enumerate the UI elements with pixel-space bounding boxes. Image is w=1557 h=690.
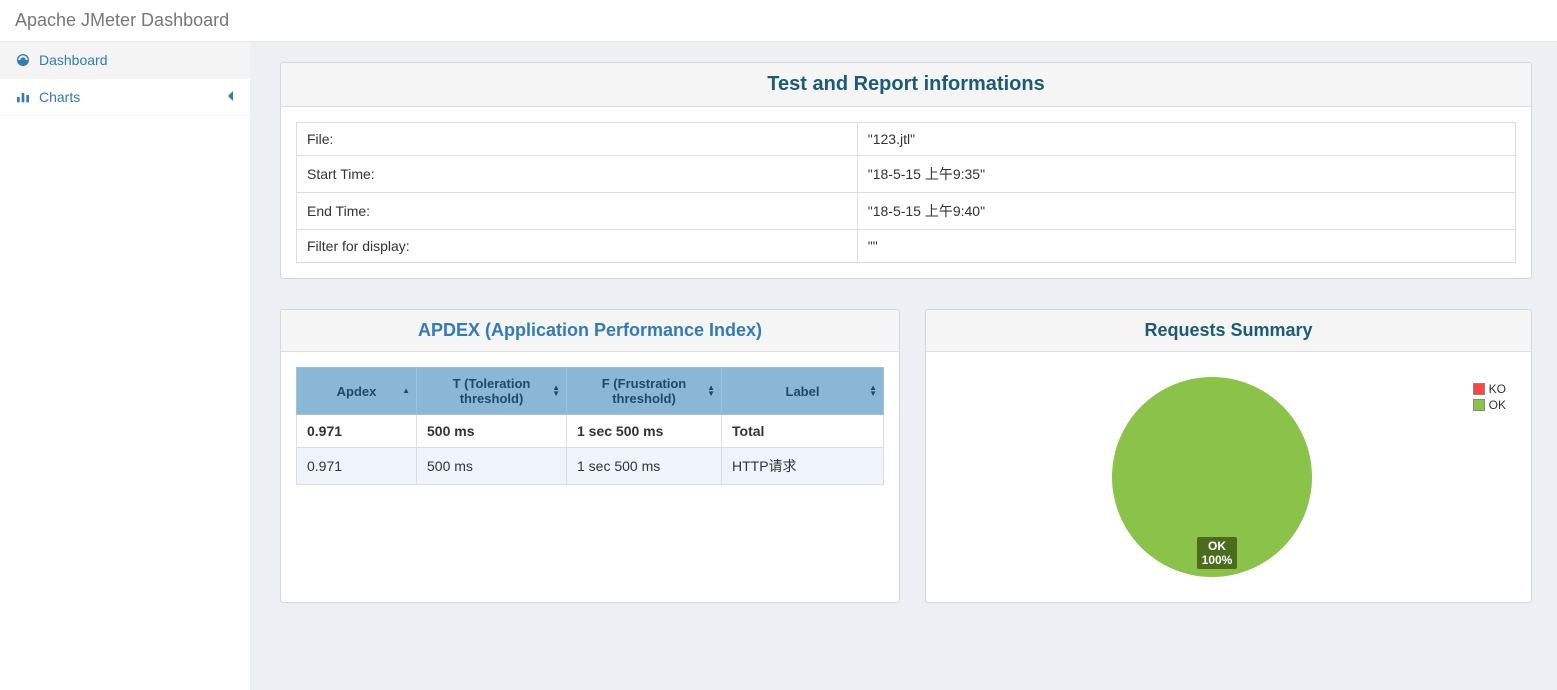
info-label: File: <box>297 123 858 156</box>
col-header-apdex[interactable]: Apdex ▲ <box>297 368 417 415</box>
pie-legend: KO OK <box>1473 377 1506 414</box>
apdex-panel-title: APDEX (Application Performance Index) <box>281 310 899 352</box>
sidebar-item-label: Dashboard <box>39 52 108 68</box>
table-row: 0.971 500 ms 1 sec 500 ms Total <box>297 415 884 448</box>
info-label: Filter for display: <box>297 230 858 263</box>
cell-t: 500 ms <box>417 448 567 485</box>
pie-chart: OK 100% <box>951 377 1473 587</box>
bar-chart-icon <box>15 89 31 105</box>
cell-f: 1 sec 500 ms <box>567 448 722 485</box>
apdex-table: Apdex ▲ T (Toleration threshold) ▲▼ F (F… <box>296 367 884 485</box>
summary-panel-title: Requests Summary <box>926 310 1531 352</box>
info-value: "123.jtl" <box>857 123 1515 156</box>
sidebar-item-charts[interactable]: Charts <box>0 79 250 116</box>
table-row: Filter for display: "" <box>297 230 1516 263</box>
cell-t: 500 ms <box>417 415 567 448</box>
sort-icon: ▲▼ <box>707 385 715 397</box>
info-value: "18-5-15 上午9:35" <box>857 156 1515 193</box>
col-header-toleration[interactable]: T (Toleration threshold) ▲▼ <box>417 368 567 415</box>
table-row: Start Time: "18-5-15 上午9:35" <box>297 156 1516 193</box>
page-header: Apache JMeter Dashboard <box>0 0 1557 42</box>
svg-text:OK: OK <box>1208 539 1226 553</box>
info-label: Start Time: <box>297 156 858 193</box>
sort-icon: ▲ <box>402 388 410 394</box>
apdex-panel: APDEX (Application Performance Index) Ap… <box>280 309 900 603</box>
summary-panel: Requests Summary OK 100% <box>925 309 1532 603</box>
info-table: File: "123.jtl" Start Time: "18-5-15 上午9… <box>296 122 1516 263</box>
table-row: End Time: "18-5-15 上午9:40" <box>297 193 1516 230</box>
svg-text:100%: 100% <box>1201 553 1232 567</box>
info-panel: Test and Report informations File: "123.… <box>280 62 1532 279</box>
cell-apdex: 0.971 <box>297 448 417 485</box>
sort-icon: ▲▼ <box>869 385 877 397</box>
dashboard-icon <box>15 52 31 68</box>
sort-icon: ▲▼ <box>552 385 560 397</box>
col-header-label[interactable]: Label ▲▼ <box>722 368 884 415</box>
legend-swatch-ok <box>1473 399 1485 411</box>
info-value: "18-5-15 上午9:40" <box>857 193 1515 230</box>
table-row: File: "123.jtl" <box>297 123 1516 156</box>
info-panel-title: Test and Report informations <box>281 63 1531 107</box>
sidebar-item-dashboard[interactable]: Dashboard <box>0 42 250 79</box>
info-label: End Time: <box>297 193 858 230</box>
page-title: Apache JMeter Dashboard <box>15 10 229 30</box>
cell-apdex: 0.971 <box>297 415 417 448</box>
cell-label: Total <box>722 415 884 448</box>
cell-f: 1 sec 500 ms <box>567 415 722 448</box>
cell-label: HTTP请求 <box>722 448 884 485</box>
info-value: "" <box>857 230 1515 263</box>
legend-item-ok: OK <box>1473 398 1506 412</box>
main-content: Test and Report informations File: "123.… <box>250 42 1557 690</box>
table-row: 0.971 500 ms 1 sec 500 ms HTTP请求 <box>297 448 884 485</box>
chevron-left-icon <box>227 91 235 104</box>
legend-item-ko: KO <box>1473 382 1506 396</box>
sidebar: Dashboard Charts <box>0 42 250 690</box>
legend-swatch-ko <box>1473 383 1485 395</box>
col-header-frustration[interactable]: F (Frustration threshold) ▲▼ <box>567 368 722 415</box>
sidebar-item-label: Charts <box>39 89 80 105</box>
